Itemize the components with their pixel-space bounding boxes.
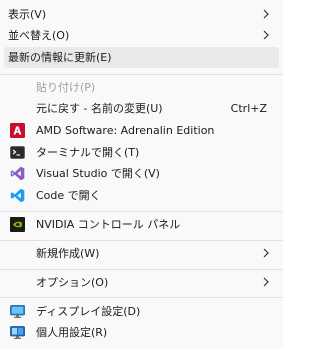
- menu-item-sort[interactable]: 並べ替え(O): [4, 25, 279, 46]
- menu-item-vscode[interactable]: Code で開く: [4, 185, 279, 206]
- menu-item-new-label: 新規作成(W): [36, 247, 100, 260]
- chevron-right-icon: [263, 30, 269, 40]
- personalize-icon: [10, 325, 25, 340]
- menu-item-personalize-label: 個人用設定(R): [36, 326, 108, 339]
- menu-item-refresh[interactable]: 最新の情報に更新(E): [4, 47, 279, 68]
- menu-item-new[interactable]: 新規作成(W): [4, 243, 279, 264]
- menu-item-paste[interactable]: 貼り付け(P): [4, 77, 279, 98]
- menu-item-display-settings[interactable]: ディスプレイ設定(D): [4, 301, 279, 322]
- menu-item-nvidia[interactable]: NVIDIA コントロール パネル: [4, 214, 279, 235]
- separator: [0, 240, 283, 241]
- separator: [0, 211, 283, 212]
- nvidia-icon: [10, 217, 25, 232]
- menu-item-undo-label: 元に戻す - 名前の変更(U): [36, 102, 163, 115]
- menu-item-sort-label: 並べ替え(O): [8, 29, 70, 42]
- menu-item-display-settings-label: ディスプレイ設定(D): [36, 305, 141, 318]
- menu-item-options[interactable]: オプション(O): [4, 272, 279, 293]
- menu-item-undo[interactable]: 元に戻す - 名前の変更(U) Ctrl+Z: [4, 98, 279, 119]
- menu-item-view[interactable]: 表示(V): [4, 4, 279, 25]
- display-icon: [10, 304, 25, 319]
- menu-item-view-label: 表示(V): [8, 8, 47, 21]
- menu-item-options-label: オプション(O): [36, 276, 109, 289]
- amd-icon: [10, 123, 25, 138]
- context-menu: 表示(V) 並べ替え(O) 最新の情報に更新(E) 貼り付け(P) 元に戻す -…: [0, 0, 283, 349]
- menu-item-visual-studio[interactable]: Visual Studio で開く(V): [4, 163, 279, 184]
- menu-item-amd[interactable]: AMD Software: Adrenalin Edition: [4, 120, 279, 141]
- menu-item-paste-label: 貼り付け(P): [36, 81, 96, 94]
- menu-item-amd-label: AMD Software: Adrenalin Edition: [36, 124, 215, 137]
- separator: [0, 269, 283, 270]
- vscode-icon: [10, 188, 25, 203]
- menu-item-nvidia-label: NVIDIA コントロール パネル: [36, 218, 181, 231]
- chevron-right-icon: [263, 248, 269, 258]
- menu-item-refresh-label: 最新の情報に更新(E): [8, 51, 112, 64]
- menu-item-vscode-label: Code で開く: [36, 189, 101, 202]
- menu-item-personalize[interactable]: 個人用設定(R): [4, 322, 279, 343]
- menu-item-terminal-label: ターミナルで開く(T): [36, 146, 140, 159]
- shortcut-text: Ctrl+Z: [230, 102, 267, 115]
- chevron-right-icon: [263, 9, 269, 19]
- visual-studio-icon: [10, 166, 25, 181]
- separator: [0, 297, 283, 298]
- terminal-icon: [10, 145, 25, 160]
- menu-item-visual-studio-label: Visual Studio で開く(V): [36, 167, 160, 180]
- menu-item-terminal[interactable]: ターミナルで開く(T): [4, 142, 279, 163]
- chevron-right-icon: [263, 277, 269, 287]
- separator: [0, 74, 283, 75]
